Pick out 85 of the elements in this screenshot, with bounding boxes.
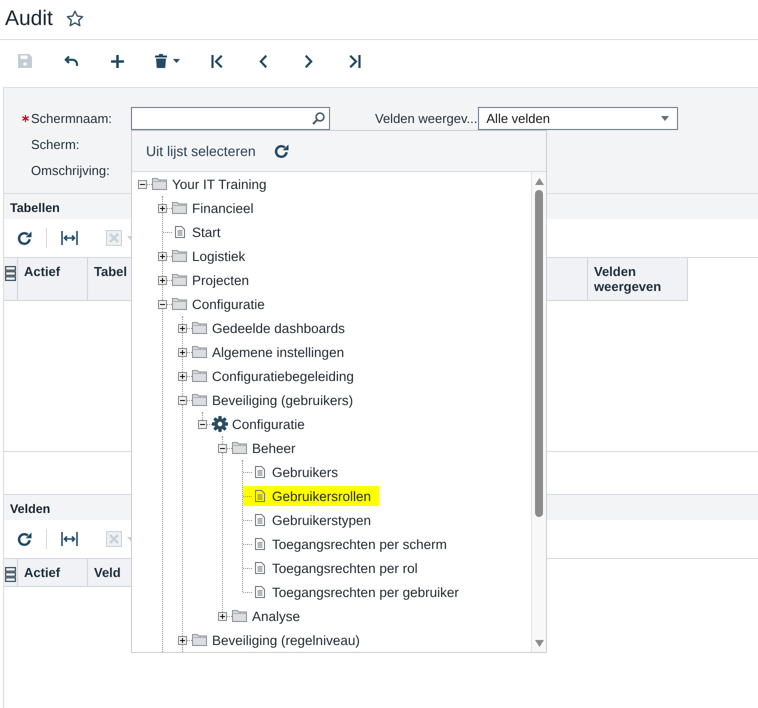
- column-header[interactable]: Velden weergeven: [588, 258, 688, 301]
- folder-icon: [232, 610, 247, 622]
- expand-icon[interactable]: [158, 204, 167, 212]
- tree-item[interactable]: Start: [163, 222, 229, 242]
- tree-item[interactable]: Your IT Training: [147, 174, 275, 194]
- document-icon: [254, 586, 264, 598]
- scroll-up-icon[interactable]: [534, 178, 544, 185]
- chevron-right-icon[interactable]: [305, 54, 313, 68]
- field-label: Schermnaam:: [31, 110, 112, 126]
- tree-item[interactable]: Beveiliging (regelniveau): [187, 630, 368, 650]
- tree-item[interactable]: Algemene instellingen: [187, 342, 352, 362]
- tree-item[interactable]: Toegangsrechten per rol: [243, 558, 426, 578]
- folder-icon: [192, 346, 207, 358]
- select-field[interactable]: Alle velden: [478, 106, 678, 130]
- expand-icon[interactable]: [178, 324, 187, 332]
- undo-icon[interactable]: [64, 55, 78, 67]
- tree-item[interactable]: Configuratiebegeleiding: [187, 366, 362, 386]
- folder-icon: [192, 322, 207, 334]
- tree-item[interactable]: Configuratie: [167, 294, 273, 314]
- refresh-icon[interactable]: [274, 144, 289, 158]
- skip-forward-icon[interactable]: [349, 54, 361, 68]
- collapse-icon[interactable]: [138, 180, 147, 188]
- caret-down-icon: [661, 116, 670, 120]
- field-label: Velden weergev...: [375, 110, 478, 126]
- tree-item[interactable]: Logistiek: [167, 246, 254, 266]
- folder-icon: [172, 274, 187, 286]
- tree-item[interactable]: Beheer: [227, 438, 304, 458]
- tree-item[interactable]: Projecten: [167, 270, 258, 290]
- tree-item[interactable]: Analyse: [227, 606, 308, 626]
- tree-item[interactable]: Gebruikers: [243, 462, 346, 482]
- document-icon: [254, 562, 264, 574]
- chevron-left-icon[interactable]: [259, 54, 267, 68]
- document-icon: [254, 514, 264, 526]
- tree-item[interactable]: Toegangsrechten per scherm: [243, 534, 455, 554]
- folder-icon: [172, 298, 187, 310]
- field-label: Scherm:: [31, 136, 80, 152]
- folder-icon: [192, 370, 207, 382]
- gear-icon: [212, 416, 228, 432]
- expand-icon[interactable]: [158, 276, 167, 284]
- folder-icon: [152, 178, 167, 190]
- field-label: Omschrijving:: [31, 162, 110, 178]
- document-icon: [254, 490, 264, 502]
- column-header[interactable]: Actief: [18, 559, 88, 587]
- panel-title: Uit lijst selecteren: [146, 143, 256, 159]
- search-field[interactable]: [131, 106, 330, 130]
- search-icon[interactable]: [312, 112, 325, 124]
- expand-icon[interactable]: [218, 612, 227, 620]
- collapse-icon[interactable]: [218, 444, 227, 452]
- refresh-icon[interactable]: [16, 230, 32, 246]
- collapse-icon[interactable]: [178, 396, 187, 404]
- document-icon: [254, 538, 264, 550]
- tree-item[interactable]: Beveiliging (gebruikers): [187, 390, 362, 410]
- folder-icon: [192, 634, 207, 646]
- fit-width-icon[interactable]: [60, 231, 78, 245]
- scroll-down-icon[interactable]: [534, 640, 544, 647]
- folder-icon: [172, 250, 187, 262]
- columns-icon[interactable]: [5, 266, 16, 281]
- scrollbar-thumb[interactable]: [535, 190, 543, 517]
- collapse-icon[interactable]: [158, 300, 167, 308]
- tree-item[interactable]: Financieel: [167, 198, 262, 218]
- caret-down-icon[interactable]: [172, 59, 180, 63]
- trash-icon[interactable]: [154, 54, 166, 68]
- folder-icon: [232, 442, 247, 454]
- expand-icon[interactable]: [178, 636, 187, 644]
- column-header[interactable]: Actief: [18, 258, 88, 301]
- page-title: Audit: [5, 8, 53, 28]
- document-icon: [254, 466, 264, 478]
- folder-icon: [172, 202, 187, 214]
- expand-icon[interactable]: [178, 372, 187, 380]
- fit-width-icon[interactable]: [60, 532, 78, 546]
- tree-item[interactable]: Toegangsrechten per gebruiker: [243, 582, 467, 602]
- skip-back-icon[interactable]: [211, 54, 223, 68]
- plus-icon[interactable]: [110, 54, 124, 68]
- expand-icon[interactable]: [178, 348, 187, 356]
- tree-item[interactable]: Gebruikersrollen: [243, 486, 380, 506]
- columns-icon[interactable]: [5, 567, 16, 582]
- tree-item[interactable]: Configuratie: [207, 414, 313, 434]
- document-icon: [174, 226, 184, 238]
- tree-item[interactable]: Gedeelde dashboards: [187, 318, 353, 338]
- star-icon[interactable]: [66, 10, 84, 26]
- collapse-icon[interactable]: [198, 420, 207, 428]
- scrollbar[interactable]: [531, 172, 546, 652]
- folder-icon: [192, 394, 207, 406]
- expand-icon[interactable]: [158, 252, 167, 260]
- refresh-icon[interactable]: [16, 532, 32, 546]
